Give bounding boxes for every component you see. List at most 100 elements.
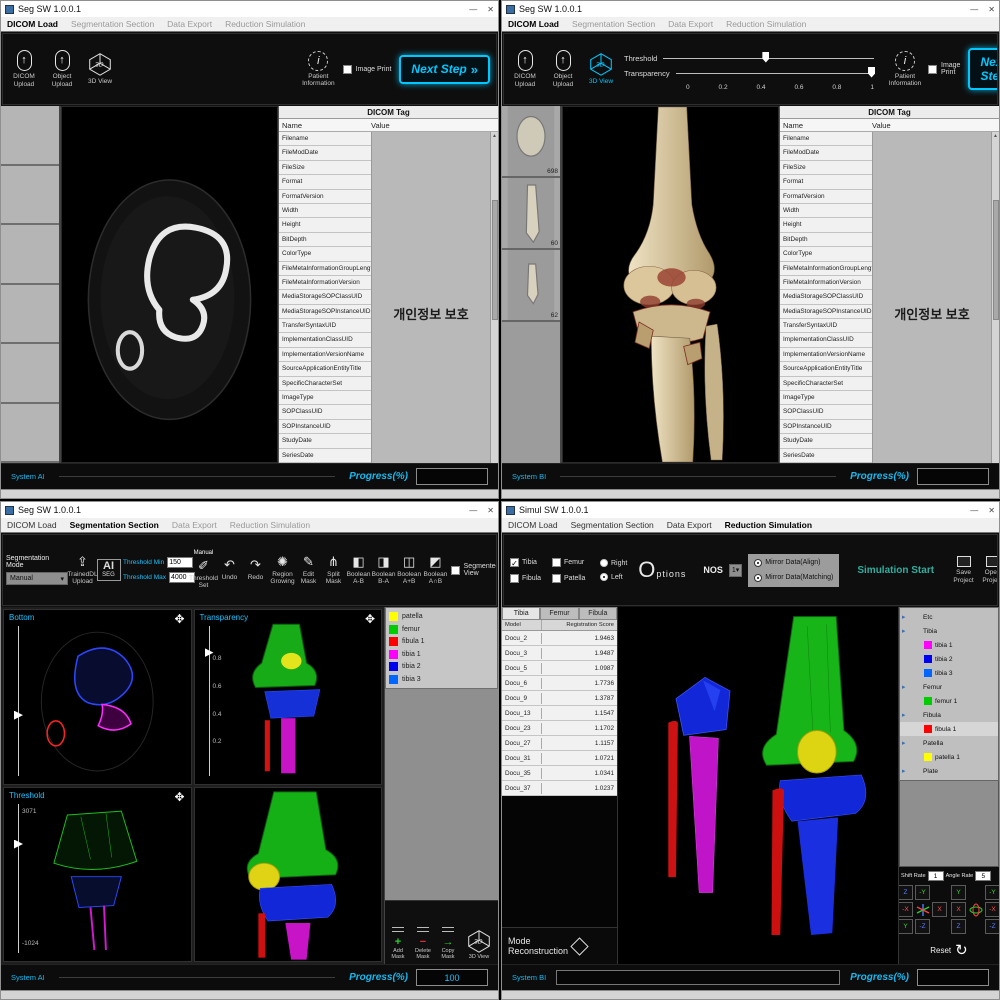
3d-view-button[interactable]: 3D 3D View <box>462 929 496 961</box>
tree-item[interactable]: ▸ Plate <box>900 764 998 778</box>
model-row[interactable]: Docu_13 1.1547 <box>502 706 617 721</box>
next-step-button[interactable]: Next Step » <box>968 48 998 90</box>
add-mask-button[interactable]: + Add Mask <box>387 924 409 961</box>
rotate-neg-z-button[interactable]: -Z <box>985 919 1000 934</box>
mask-tool-button[interactable]: ✺ Region Growing <box>270 555 295 586</box>
model-row[interactable]: Docu_6 1.7736 <box>502 676 617 691</box>
scrollbar-thumb[interactable] <box>993 200 999 320</box>
dicom-tag-row[interactable]: FileSize <box>279 161 371 175</box>
dicom-tag-row[interactable]: SourceApplicationEntityTitle <box>780 362 872 376</box>
dicom-tag-row[interactable]: Filename <box>780 132 872 146</box>
dicom-tag-row[interactable]: FileMetaInformationVersion <box>279 276 371 290</box>
translate-z-button[interactable]: Z <box>898 885 913 900</box>
mirror-matching-radio[interactable]: Mirror Data(Matching) <box>754 574 833 582</box>
model-row[interactable]: Docu_27 1.1157 <box>502 736 617 751</box>
dicom-tag-row[interactable]: StudyDate <box>780 434 872 448</box>
menu-item[interactable]: Segmentation Section <box>71 19 154 29</box>
bone-tab[interactable]: Femur <box>540 607 578 620</box>
bone-visibility-checkbox[interactable]: ✓ Tibia <box>510 558 552 567</box>
dicom-tag-row[interactable]: MediaStorageSOPInstanceUID <box>780 305 872 319</box>
threshold-slider[interactable] <box>663 58 874 59</box>
thumbnail-slot[interactable] <box>1 106 59 166</box>
axial-viewport[interactable]: Bottom ✥ <box>3 609 192 785</box>
dicom-tag-row[interactable]: Filename <box>279 132 371 146</box>
close-button[interactable]: ✕ <box>988 506 995 515</box>
tree-item[interactable]: ▸ Tibia <box>900 624 998 638</box>
series-thumbnail[interactable]: 60 <box>502 178 560 250</box>
dicom-tag-row[interactable]: SpecificCharacterSet <box>279 377 371 391</box>
menu-item[interactable]: DICOM Load <box>7 19 58 29</box>
dicom-tag-row[interactable]: MediaStorageSOPClassUID <box>279 290 371 304</box>
right-side-radio[interactable]: Right <box>600 559 627 567</box>
tree-item[interactable]: tibia 3 <box>900 666 998 680</box>
slice-slider[interactable] <box>18 626 19 776</box>
dicom-tag-row[interactable]: StudyDate <box>279 434 371 448</box>
transparency-slider[interactable] <box>209 626 210 776</box>
slider-handle[interactable] <box>762 52 769 63</box>
mask-tool-button[interactable]: ✎ Edit Mask <box>297 555 320 586</box>
model-row[interactable]: Docu_35 1.0341 <box>502 766 617 781</box>
copy-mask-button[interactable]: → Copy Mask <box>437 924 459 961</box>
save-project-button[interactable]: Save Project <box>952 556 975 584</box>
series-thumbnail[interactable]: 62 <box>502 250 560 322</box>
dicom-tag-row[interactable]: BitDepth <box>279 233 371 247</box>
thumbnail-slot[interactable] <box>1 344 59 404</box>
dicom-tag-row[interactable]: TransferSyntaxUID <box>279 319 371 333</box>
mode-reconstruction-button[interactable]: Mode Reconstruction <box>502 927 617 964</box>
left-side-radio[interactable]: Left <box>600 573 627 581</box>
open-project-button[interactable]: Open Project <box>981 556 998 584</box>
tree-item[interactable]: tibia 1 <box>900 638 998 652</box>
dicom-upload-button[interactable]: ↑ DICOM Upload <box>510 50 540 88</box>
minimize-button[interactable]: — <box>469 506 477 515</box>
close-button[interactable]: ✕ <box>988 5 995 14</box>
dicom-tag-row[interactable]: FileMetaInformationGroupLength <box>780 262 872 276</box>
next-step-button[interactable]: Next Step » <box>399 55 490 84</box>
patient-information-button[interactable]: i Patient Information <box>890 51 920 88</box>
minimize-button[interactable]: — <box>970 5 978 14</box>
rotate-x-button[interactable]: X <box>951 902 966 917</box>
menu-item[interactable]: Data Export <box>167 19 212 29</box>
simulation-3d-viewport[interactable] <box>618 607 899 964</box>
bone-tab[interactable]: Fibula <box>579 607 617 620</box>
dicom-tag-row[interactable]: FileModDate <box>279 146 371 160</box>
redo-button[interactable]: ↷ Redo <box>244 558 267 581</box>
mask-tool-button[interactable]: ⋔ Split Mask <box>322 555 345 586</box>
3d-view-button-active[interactable]: 3D 3D View <box>586 52 616 85</box>
mask-list-item[interactable]: tibia 2 <box>389 662 494 671</box>
menu-item[interactable]: Reduction Simulation <box>230 520 310 530</box>
mask-list-item[interactable]: tibia 1 <box>389 650 494 659</box>
threshold-min-input[interactable] <box>167 557 193 568</box>
delete-mask-button[interactable]: − Delete Mask <box>412 924 434 961</box>
dicom-tag-row[interactable]: SourceApplicationEntityTitle <box>279 362 371 376</box>
dicom-tag-row[interactable]: Width <box>780 204 872 218</box>
scrollbar-thumb[interactable] <box>492 200 498 320</box>
segmented-view-checkbox[interactable]: Segmented View <box>451 563 495 577</box>
transparency-viewport[interactable]: Transparency ✥ 0.8 0.6 0.4 0.2 <box>194 609 383 785</box>
dicom-upload-button[interactable]: ↑ DICOM Upload <box>9 50 39 88</box>
translate-neg-x-button[interactable]: -X <box>898 902 913 917</box>
dicom-tag-row[interactable]: SOPInstanceUID <box>279 420 371 434</box>
dicom-tag-row[interactable]: Height <box>780 218 872 232</box>
3d-view-button[interactable]: 3D 3D View <box>85 52 115 85</box>
angle-rate-input[interactable] <box>975 871 991 881</box>
dicom-tag-row[interactable]: ImplementationVersionName <box>780 348 872 362</box>
model-row[interactable]: Docu_23 1.1702 <box>502 721 617 736</box>
menu-item[interactable]: Reduction Simulation <box>725 520 812 530</box>
mask-list-item[interactable]: patella <box>389 612 494 621</box>
minimize-button[interactable]: — <box>970 506 978 515</box>
dicom-tag-row[interactable]: ImplementationClassUID <box>279 333 371 347</box>
reset-button[interactable]: Reset ↻ <box>901 938 997 962</box>
ai-seg-button[interactable]: AI SEG <box>97 559 120 581</box>
dicom-tag-row[interactable]: MediaStorageSOPClassUID <box>780 290 872 304</box>
thumbnail-slot[interactable] <box>1 404 59 464</box>
dicom-tag-row[interactable]: BitDepth <box>780 233 872 247</box>
menu-item[interactable]: Reduction Simulation <box>726 19 806 29</box>
menu-item[interactable]: Segmentation Section <box>572 19 655 29</box>
titlebar[interactable]: Seg SW 1.0.0.1 — ✕ <box>1 502 498 518</box>
dicom-tag-row[interactable]: SeriesDate <box>279 449 371 463</box>
mask-list-item[interactable]: fibula 1 <box>389 637 494 646</box>
thumbnail-slot[interactable] <box>1 166 59 226</box>
dicom-tag-row[interactable]: ColorType <box>780 247 872 261</box>
mask-tool-button[interactable]: ◫ Boolean A+B <box>397 555 421 586</box>
dicom-tag-row[interactable]: FileModDate <box>780 146 872 160</box>
